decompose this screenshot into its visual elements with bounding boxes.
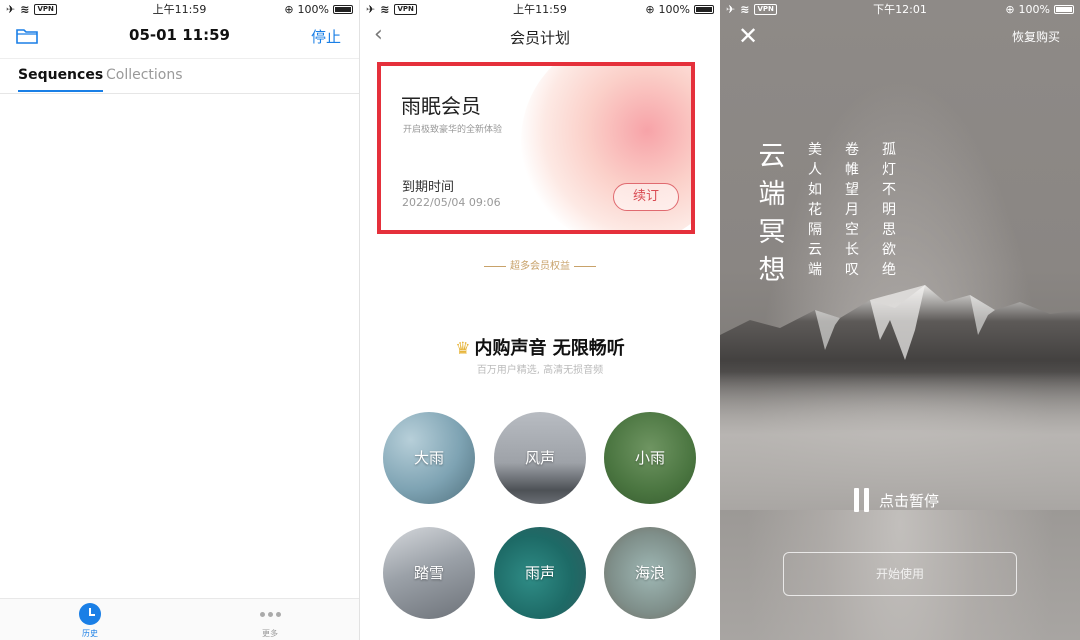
- poem-char: 空: [845, 222, 859, 238]
- rotation-lock-icon: ⊕: [1005, 2, 1015, 16]
- tab-sequences[interactable]: Sequences: [18, 67, 104, 92]
- airplane-icon: ✈: [726, 2, 736, 16]
- page-title: 会员计划: [509, 29, 570, 47]
- poem-char: 灯: [882, 162, 896, 178]
- battery-icon: [694, 4, 714, 14]
- battery-icon: [333, 4, 353, 14]
- poem-char: 月: [845, 202, 859, 218]
- clock-icon: [79, 603, 101, 625]
- poem-column: 美 人 如 花 隔 云 端: [806, 140, 824, 280]
- airplane-icon: ✈: [6, 2, 16, 16]
- status-bar: ✈ ≋ VPN 上午11:59 ⊕ 100%: [0, 0, 359, 18]
- vpn-badge: VPN: [34, 3, 57, 15]
- title-char: 想: [758, 255, 786, 286]
- poem-char: 不: [882, 182, 896, 198]
- renew-button[interactable]: 续订: [613, 183, 679, 211]
- membership-card: 雨眠会员 开启极致豪华的全新体验 到期时间 2022/05/04 09:06 续…: [377, 62, 695, 234]
- membership-subtitle: 开启极致豪华的全新体验: [403, 125, 503, 135]
- poem-char: 端: [808, 262, 822, 278]
- status-bar: ✈ ≋ VPN 下午12:01 ⊕ 100%: [720, 0, 1080, 18]
- more-dots-icon: [240, 603, 300, 625]
- tabbar-label: 更多: [262, 629, 278, 638]
- segment-tabs: Sequences Collections: [0, 58, 359, 94]
- poem-char: 隔: [808, 222, 822, 238]
- nav-bar: ‹ 会员计划: [360, 22, 720, 52]
- poem-char: 如: [808, 182, 822, 198]
- nav-bar: 05-01 11:59 停止: [0, 22, 359, 52]
- promo-subtitle: 百万用户精选, 高清无损音频: [476, 365, 604, 376]
- stop-button[interactable]: 停止: [311, 26, 341, 47]
- vpn-badge: VPN: [754, 3, 777, 15]
- poem-char: 云: [808, 242, 822, 258]
- tabbar-item-history[interactable]: 历史: [60, 603, 120, 639]
- sound-rain[interactable]: 雨声: [494, 527, 586, 619]
- restore-purchase-link[interactable]: 恢复购买: [1012, 28, 1060, 45]
- poem-char: 叹: [845, 262, 859, 278]
- expiry-date: 2022/05/04 09:06: [402, 196, 501, 209]
- rotation-lock-icon: ⊕: [284, 2, 294, 16]
- battery-icon: [1054, 4, 1074, 14]
- sound-waves[interactable]: 海浪: [604, 527, 696, 619]
- poem-char: 长: [845, 242, 859, 258]
- wifi-icon: ≋: [740, 2, 750, 16]
- benefits-heading: 超多会员权益: [360, 257, 720, 272]
- tab-collections[interactable]: Collections: [106, 67, 183, 83]
- start-button[interactable]: 开始使用: [783, 552, 1017, 596]
- pause-icon: [854, 488, 869, 512]
- rotation-lock-icon: ⊕: [645, 2, 655, 16]
- title-char: 端: [758, 179, 786, 210]
- promo-title: ♛ 内购声音 无限畅听: [360, 334, 720, 360]
- poem-char: 卷: [845, 142, 859, 158]
- page-title: 05-01 11:59: [129, 26, 230, 44]
- tabbar-label: 历史: [82, 629, 98, 638]
- poem-column: 卷 帷 望 月 空 长 叹: [843, 140, 861, 280]
- pause-control[interactable]: 点击暂停: [854, 488, 939, 512]
- battery-percent: 100%: [297, 2, 329, 16]
- poem-char: 欲: [882, 242, 896, 258]
- poem-char: 望: [845, 182, 859, 198]
- battery-percent: 100%: [1018, 2, 1050, 16]
- poem-column: 孤 灯 不 明 思 欲 绝: [880, 140, 898, 280]
- poem-char: 明: [882, 202, 896, 218]
- meditation-screen: ✈ ≋ VPN 下午12:01 ⊕ 100% ✕ 恢复购买 云 端 冥 想 美 …: [720, 0, 1080, 640]
- sequences-screen: ✈ ≋ VPN 上午11:59 ⊕ 100% 05-01 11:59 停止 Se…: [0, 0, 360, 640]
- wifi-icon: ≋: [20, 2, 30, 16]
- sound-wind[interactable]: 风声: [494, 412, 586, 504]
- battery-percent: 100%: [658, 2, 690, 16]
- poem-char: 思: [882, 222, 896, 238]
- tab-bar: 历史 更多: [0, 598, 359, 640]
- title-char: 冥: [758, 217, 786, 248]
- poem-char: 花: [808, 202, 822, 218]
- tabbar-item-more[interactable]: 更多: [240, 603, 300, 639]
- expiry-label: 到期时间: [402, 180, 455, 195]
- title-char: 云: [758, 141, 786, 172]
- poem-char: 人: [808, 162, 822, 178]
- poem-char: 孤: [882, 142, 896, 158]
- membership-name: 雨眠会员: [401, 94, 481, 118]
- membership-screen: ✈ ≋ VPN 上午11:59 ⊕ 100% ‹ 会员计划 雨眠会员 开启极致豪…: [360, 0, 720, 640]
- sound-light-rain[interactable]: 小雨: [604, 412, 696, 504]
- sound-heavy-rain[interactable]: 大雨: [383, 412, 475, 504]
- pause-label: 点击暂停: [879, 491, 940, 510]
- status-bar: ✈ ≋ VPN 上午11:59 ⊕ 100%: [360, 0, 720, 18]
- vertical-title: 云 端 冥 想: [758, 138, 786, 290]
- poem-char: 帷: [845, 162, 859, 178]
- airplane-icon: ✈: [366, 2, 376, 16]
- sound-snow-steps[interactable]: 踏雪: [383, 527, 475, 619]
- poem-char: 美: [808, 142, 822, 158]
- close-icon[interactable]: ✕: [738, 24, 758, 48]
- crown-icon: ♛: [455, 339, 471, 359]
- poem-char: 绝: [882, 262, 896, 278]
- vpn-badge: VPN: [394, 3, 417, 15]
- wifi-icon: ≋: [380, 2, 390, 16]
- promo-title-text: 内购声音 无限畅听: [474, 338, 625, 359]
- mountain-image: [720, 285, 1080, 510]
